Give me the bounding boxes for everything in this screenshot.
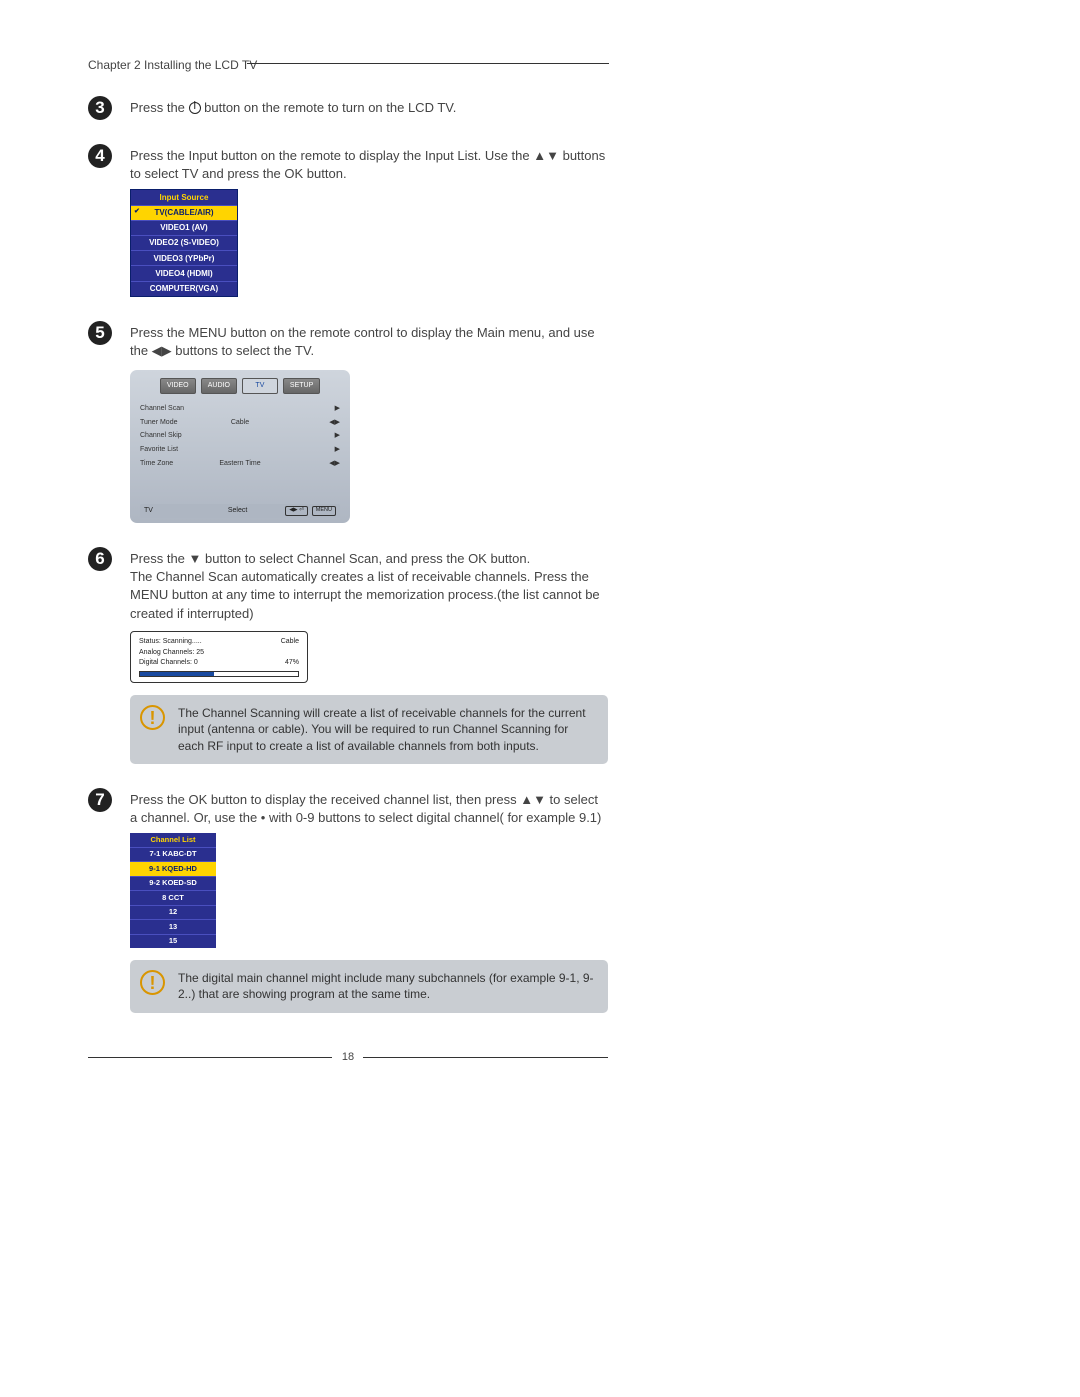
input-source-item-video4: VIDEO4 (HDMI) xyxy=(131,265,237,280)
menu-tab-audio: AUDIO xyxy=(201,378,237,394)
step-3-body: Press the button on the remote to turn o… xyxy=(130,96,456,117)
step-5-body: Press the MENU button on the remote cont… xyxy=(130,321,608,523)
channel-list-item-1: 9-1 KQED-HD xyxy=(130,861,216,876)
channel-list-item-4: 12 xyxy=(130,905,216,920)
step-5-text: Press the MENU button on the remote cont… xyxy=(130,324,608,360)
step-number-5: 5 xyxy=(88,321,112,345)
step-7-text: Press the OK button to display the recei… xyxy=(130,791,608,827)
step-number-3: 3 xyxy=(88,96,112,120)
footer-btn-arrows: ◀▶ ⏎ xyxy=(285,506,308,516)
power-icon xyxy=(189,102,201,114)
menu-row-time-zone: Time ZoneEastern Time◀▶ xyxy=(140,459,340,469)
channel-list-item-6: 15 xyxy=(130,934,216,949)
menu-row-favorite-list: Favorite List▶ xyxy=(140,445,340,455)
input-source-title: Input Source xyxy=(131,190,237,204)
step-4: 4 Press the Input button on the remote t… xyxy=(88,144,608,297)
channel-list-item-3: 8 CCT xyxy=(130,890,216,905)
step-7-body: Press the OK button to display the recei… xyxy=(130,788,608,1013)
menu-row-channel-skip: Channel Skip▶ xyxy=(140,431,340,441)
step-number-4: 4 xyxy=(88,144,112,168)
step-7: 7 Press the OK button to display the rec… xyxy=(88,788,608,1013)
footer-rule-right xyxy=(363,1057,608,1058)
step-6-body: Press the ▼ button to select Channel Sca… xyxy=(130,547,608,764)
step-3-text-b: button on the remote to turn on the LCD … xyxy=(201,100,457,115)
footer-btn-menu: MENU xyxy=(312,506,336,516)
menu-tab-video: VIDEO xyxy=(160,378,196,394)
step-number-6: 6 xyxy=(88,547,112,571)
step-4-body: Press the Input button on the remote to … xyxy=(130,144,608,297)
channel-list-item-2: 9-2 KOED-SD xyxy=(130,876,216,891)
scan-status-label: Status: Scanning..... xyxy=(139,637,202,647)
page-number: 18 xyxy=(338,1051,358,1063)
step-6: 6 Press the ▼ button to select Channel S… xyxy=(88,547,608,764)
scan-status-box: Status: Scanning..... Cable Analog Channe… xyxy=(130,631,308,683)
footer-rule-left xyxy=(88,1057,332,1058)
menu-tab-tv: TV xyxy=(242,378,278,394)
menu-tabs: VIDEO AUDIO TV SETUP xyxy=(140,378,340,394)
input-source-item-video2: VIDEO2 (S-VIDEO) xyxy=(131,235,237,250)
scan-analog: Analog Channels: 25 xyxy=(139,648,204,658)
step-number-7: 7 xyxy=(88,788,112,812)
note-box-scanning: ! The Channel Scanning will create a lis… xyxy=(130,695,608,764)
note-subchannels-text: The digital main channel might include m… xyxy=(178,971,594,1001)
header-rule xyxy=(247,63,609,64)
channel-list-menu: Channel List 7-1 KABC-DT 9-1 KQED-HD 9-2… xyxy=(130,833,216,948)
input-source-item-tv: ✔TV(CABLE/AIR) xyxy=(131,205,237,220)
caution-icon: ! xyxy=(140,705,165,730)
scan-progress-pct: 47% xyxy=(285,658,299,668)
channel-list-item-0: 7-1 KABC-DT xyxy=(130,847,216,862)
scan-status-val: Cable xyxy=(281,637,299,647)
step-6-text: Press the ▼ button to select Channel Sca… xyxy=(130,550,608,623)
step-3: 3 Press the button on the remote to turn… xyxy=(88,96,608,120)
progress-bar xyxy=(139,671,299,677)
menu-row-channel-scan: Channel Scan▶ xyxy=(140,404,340,414)
step-3-text-a: Press the xyxy=(130,100,189,115)
input-source-item-computer: COMPUTER(VGA) xyxy=(131,281,237,296)
menu-row-tuner-mode: Tuner ModeCable◀▶ xyxy=(140,418,340,428)
step-4-text: Press the Input button on the remote to … xyxy=(130,147,608,183)
menu-tab-setup: SETUP xyxy=(283,378,320,394)
input-source-item-video3: VIDEO3 (YPbPr) xyxy=(131,250,237,265)
page-footer: 18 xyxy=(88,1057,608,1067)
note-box-subchannels: ! The digital main channel might include… xyxy=(130,960,608,1012)
progress-fill xyxy=(140,672,214,676)
channel-list-title: Channel List xyxy=(130,833,216,847)
note-scanning-text: The Channel Scanning will create a list … xyxy=(178,706,586,752)
check-icon: ✔ xyxy=(134,207,140,217)
channel-list-item-5: 13 xyxy=(130,919,216,934)
input-source-item-video1: VIDEO1 (AV) xyxy=(131,220,237,235)
scan-digital: Digital Channels: 0 xyxy=(139,658,198,668)
step-5: 5 Press the MENU button on the remote co… xyxy=(88,321,608,523)
chapter-heading: Chapter 2 Installing the LCD TV xyxy=(88,58,608,72)
manual-page: Chapter 2 Installing the LCD TV 3 Press … xyxy=(0,0,1080,1067)
menu-footer: TV Select ◀▶ ⏎ MENU xyxy=(140,504,340,518)
input-source-menu: Input Source ✔TV(CABLE/AIR) VIDEO1 (AV) … xyxy=(130,189,238,296)
main-menu: VIDEO AUDIO TV SETUP Channel Scan▶ Tuner… xyxy=(130,370,350,523)
caution-icon: ! xyxy=(140,970,165,995)
